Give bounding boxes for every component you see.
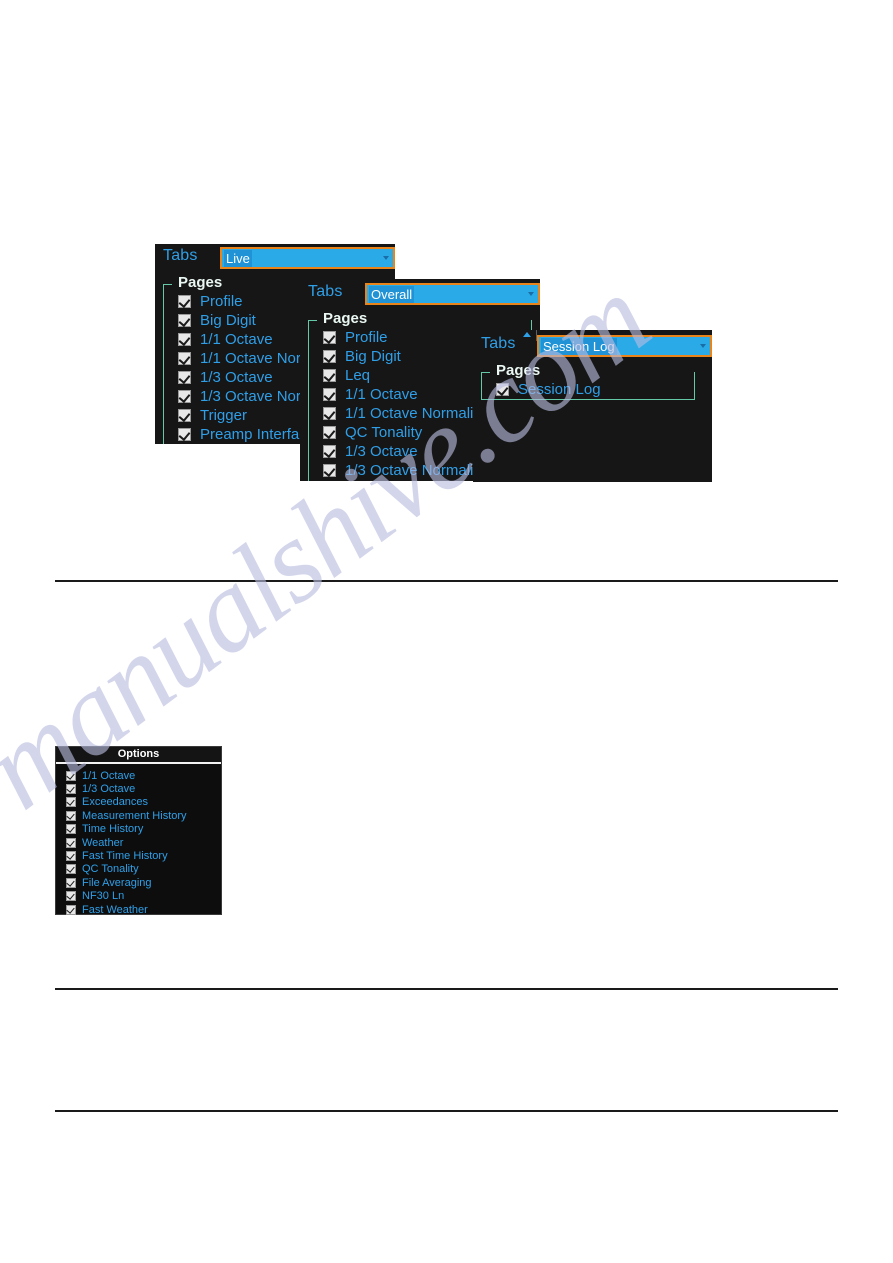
checkbox-checked-icon[interactable] [66,770,76,781]
pages-group-title: Pages [174,274,227,291]
checkbox-checked-icon[interactable] [496,383,509,396]
checkbox-checked-icon[interactable] [178,295,191,308]
option-label: Profile [345,329,388,346]
checkbox-checked-icon[interactable] [178,428,191,441]
option-label: 1/1 Octave [200,331,273,348]
checkbox-checked-icon[interactable] [66,810,76,821]
chevron-down-icon [383,256,389,260]
checkbox-checked-icon[interactable] [66,824,76,835]
tabs-dropdown-live[interactable]: Live [220,247,395,269]
checkbox-checked-icon[interactable] [323,350,336,363]
checkbox-checked-icon[interactable] [66,891,76,902]
checkbox-checked-icon[interactable] [66,784,76,795]
option-row[interactable]: Time History [66,823,221,836]
option-row[interactable]: Weather [66,836,221,849]
option-label: Profile [200,293,243,310]
pages-groupbox: Pages Session Log [481,362,695,400]
option-label: Exceedances [82,796,149,809]
options-box-list: 1/1 Octave 1/3 Octave Exceedances Measureme… [56,764,221,916]
option-row[interactable]: Session Log [496,380,692,399]
checkbox-checked-icon[interactable] [66,864,76,875]
tabs-dropdown-value: Overall [369,285,415,303]
option-label: 1/3 Octave [82,783,136,796]
checkbox-checked-icon[interactable] [323,426,336,439]
option-label: Preamp Interface [200,426,316,443]
option-label: NF30 Ln [82,890,125,903]
tabs-label: Tabs [481,335,516,352]
checkbox-checked-icon[interactable] [323,331,336,344]
option-label: Fast Time History [82,850,168,863]
option-label: File Averaging [82,876,152,889]
checkbox-checked-icon[interactable] [178,352,191,365]
tabs-label: Tabs [163,247,198,264]
option-label: 1/3 Octave Normalize [345,462,490,479]
option-label: Trigger [200,407,247,424]
pages-option-list: Session Log [496,380,692,399]
checkbox-checked-icon[interactable] [323,464,336,477]
checkbox-checked-icon[interactable] [178,371,191,384]
watermark: manualshive.com [0,0,893,1263]
checkbox-checked-icon[interactable] [66,797,76,808]
option-row[interactable]: Fast Weather [66,903,221,916]
option-label: 1/1 Octave [345,386,418,403]
option-label: 1/1 Octave [82,769,136,782]
options-box-header: Options [56,747,221,764]
section-divider-2 [55,988,838,990]
pages-group-title: Pages [492,362,545,379]
chevron-down-icon [528,292,534,296]
option-label: 1/3 Octave [345,443,418,460]
tabs-row: Tabs [481,335,516,353]
options-box: Options 1/1 Octave 1/3 Octave Exceedances M… [55,746,222,916]
scroll-up-arrow-icon[interactable] [523,332,531,337]
tabs-panel-session-log: Tabs Session Log Pages Session Log [473,330,712,482]
tabs-dropdown-session-log[interactable]: Session Log [537,335,712,357]
checkbox-checked-icon[interactable] [323,407,336,420]
tabs-dropdown-value: Session Log [541,337,617,355]
checkbox-checked-icon[interactable] [66,837,76,848]
tabs-dropdown-value: Live [224,249,252,267]
option-label: Big Digit [345,348,401,365]
checkbox-checked-icon[interactable] [178,409,191,422]
option-label: Session Log [518,381,601,398]
option-row[interactable]: Fast Time History [66,849,221,862]
checkbox-checked-icon[interactable] [178,333,191,346]
pages-group-title: Pages [319,310,372,327]
checkbox-checked-icon[interactable] [66,904,76,915]
option-row[interactable]: Exceedances [66,796,221,809]
section-divider-3 [55,1110,838,1112]
tabs-row: Tabs [308,283,343,301]
section-divider-1 [55,580,838,582]
option-label: Fast Weather [82,903,148,916]
option-label: 1/3 Octave [200,369,273,386]
option-label: Big Digit [200,312,256,329]
option-row[interactable]: File Averaging [66,876,221,889]
option-row[interactable]: QC Tonality [66,863,221,876]
option-label: QC Tonality [82,863,139,876]
tabs-dropdown-overall[interactable]: Overall [365,283,540,305]
option-label: 1/1 Octave Normalize [345,405,490,422]
option-row[interactable]: 1/3 Octave [66,782,221,795]
checkbox-checked-icon[interactable] [323,388,336,401]
option-row[interactable]: 1/1 Octave [66,769,221,782]
option-label: Measurement History [82,809,187,822]
checkbox-checked-icon[interactable] [178,314,191,327]
checkbox-checked-icon[interactable] [66,851,76,862]
option-row[interactable]: NF30 Ln [66,890,221,903]
checkbox-checked-icon[interactable] [66,877,76,888]
checkbox-checked-icon[interactable] [323,369,336,382]
option-label: Time History [82,823,144,836]
option-row[interactable]: Measurement History [66,809,221,822]
option-label: Leq [345,367,371,384]
checkbox-checked-icon[interactable] [178,390,191,403]
option-label: Weather [82,836,124,849]
checkbox-checked-icon[interactable] [323,445,336,458]
chevron-down-icon [700,344,706,348]
tabs-label: Tabs [308,283,343,300]
tabs-row: Tabs [163,247,198,265]
option-label: QC Tonality [345,424,423,441]
